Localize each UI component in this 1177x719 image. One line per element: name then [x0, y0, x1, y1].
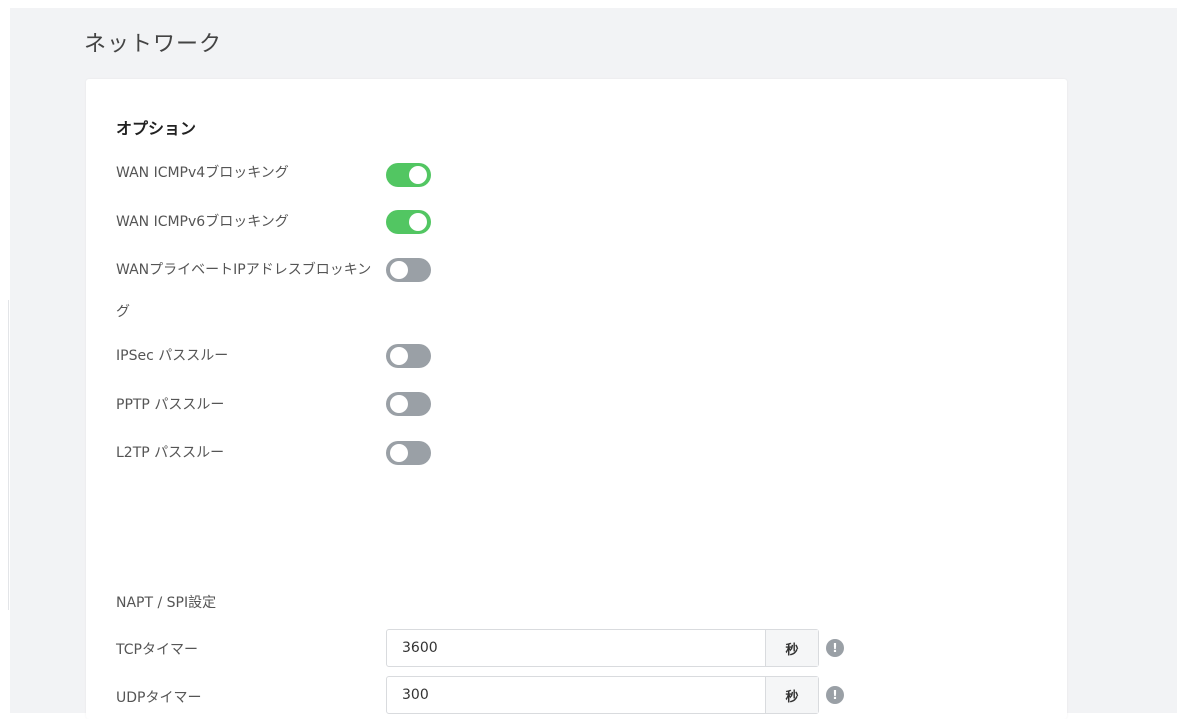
tcp-timer-input[interactable]: [387, 630, 765, 666]
left-divider: [8, 300, 9, 610]
tcp-timer-input-group: 秒: [386, 629, 819, 667]
settings-card: オプション WAN ICMPv4ブロッキング WAN ICMPv6ブロッキング …: [86, 79, 1067, 719]
wan-icmpv4-blocking-toggle[interactable]: [386, 163, 431, 187]
l2tp-passthrough-toggle[interactable]: [386, 441, 431, 465]
pptp-passthrough-label: PPTP パススルー: [116, 397, 225, 413]
pptp-passthrough-toggle[interactable]: [386, 392, 431, 416]
napt-spi-section-title: NAPT / SPI設定: [116, 595, 217, 611]
ipsec-passthrough-label: IPSec パススルー: [116, 348, 229, 364]
toggle-knob: [390, 444, 408, 462]
udp-timer-input[interactable]: [387, 677, 765, 713]
tcp-timer-label: TCPタイマー: [116, 642, 198, 658]
toggle-knob: [390, 261, 408, 279]
page-title: ネットワーク: [84, 32, 223, 57]
wan-private-ip-blocking-label: WANプライベートIPアドレスブロッキング: [116, 262, 372, 320]
l2tp-passthrough-label: L2TP パススルー: [116, 445, 225, 461]
tcp-timer-info-icon[interactable]: !: [826, 639, 844, 657]
toggle-knob: [409, 166, 427, 184]
toggle-knob: [390, 395, 408, 413]
wan-icmpv4-blocking-label: WAN ICMPv4ブロッキング: [116, 165, 289, 181]
wan-icmpv6-blocking-label: WAN ICMPv6ブロッキング: [116, 214, 289, 230]
tcp-timer-unit: 秒: [765, 630, 818, 666]
ipsec-passthrough-toggle[interactable]: [386, 344, 431, 368]
udp-timer-info-icon[interactable]: !: [826, 686, 844, 704]
udp-timer-label: UDPタイマー: [116, 690, 202, 706]
udp-timer-unit: 秒: [765, 677, 818, 713]
wan-icmpv6-blocking-toggle[interactable]: [386, 210, 431, 234]
toggle-knob: [390, 347, 408, 365]
udp-timer-input-group: 秒: [386, 676, 819, 714]
toggle-knob: [409, 213, 427, 231]
wan-private-ip-blocking-toggle[interactable]: [386, 258, 431, 282]
options-section-title: オプション: [116, 119, 197, 138]
